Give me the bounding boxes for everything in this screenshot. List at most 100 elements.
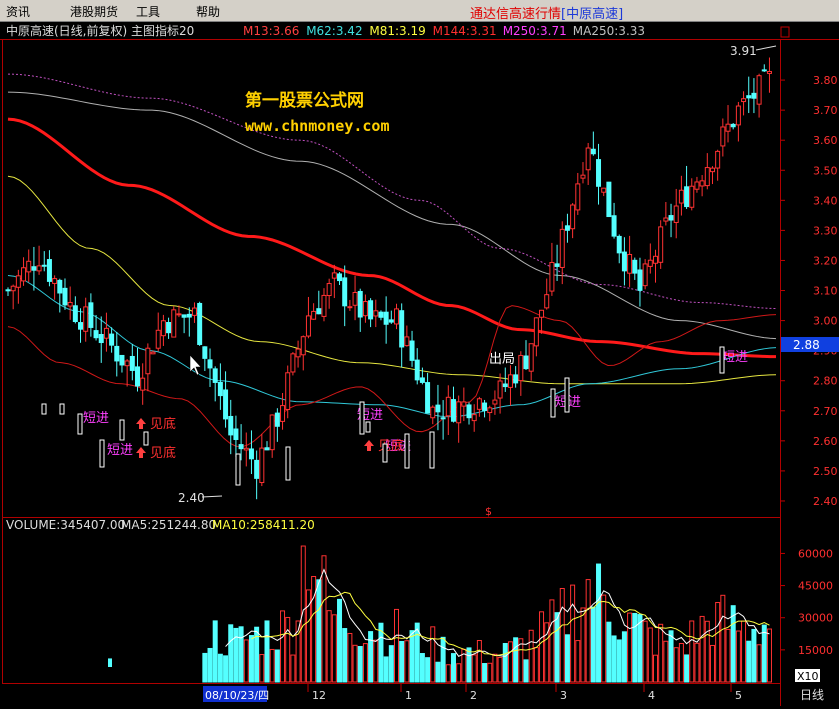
volume-bar <box>549 599 555 683</box>
signal-bar <box>77 413 83 435</box>
candle-body <box>606 181 612 218</box>
volume-bar <box>440 636 446 683</box>
volume-bar <box>668 630 674 683</box>
volume-bar <box>368 631 374 683</box>
candle-body <box>430 406 436 419</box>
candle-body <box>533 317 539 347</box>
candle-body <box>414 359 420 381</box>
volume-bar <box>290 654 296 683</box>
candle-body <box>720 126 726 147</box>
candle-body <box>311 310 317 320</box>
volume-tick-label: 30000 <box>798 612 833 625</box>
volume-bar <box>492 653 498 683</box>
panel-toggle-icon[interactable] <box>780 26 790 38</box>
volume-bar <box>280 610 286 683</box>
candle-body <box>228 415 234 436</box>
candle-body <box>10 285 16 292</box>
volume-unit: X10 <box>797 670 819 683</box>
menu-news[interactable]: 资讯 <box>6 3 30 20</box>
candle-body <box>435 404 441 413</box>
candle-body <box>642 263 648 287</box>
volume-bar <box>316 579 322 683</box>
candle-body <box>632 259 638 274</box>
volume-bar <box>720 594 726 683</box>
candle-body <box>295 348 301 358</box>
candle-body <box>694 181 700 190</box>
volume-bar <box>326 610 332 683</box>
volume-bar <box>533 647 539 683</box>
volume-axis: 60000 45000 30000 15000 <box>781 547 833 657</box>
menu-tools[interactable]: 工具 <box>136 3 160 20</box>
watermark-title: 第一股票公式网 <box>245 90 364 111</box>
volume-bar <box>585 579 591 683</box>
candle-body <box>357 290 363 318</box>
period-label[interactable]: 日线 <box>800 688 824 702</box>
month-label: 12 <box>312 689 326 702</box>
signal-bar <box>564 377 570 413</box>
candle-body <box>166 322 172 334</box>
volume-bar <box>108 658 112 667</box>
signal-bar <box>365 421 371 433</box>
volume-bar <box>590 606 596 683</box>
volume-bar <box>450 653 456 683</box>
volume-bar <box>570 584 576 683</box>
candle-body <box>202 346 208 359</box>
candle-body <box>186 313 192 318</box>
candle-body <box>564 225 570 231</box>
volume-bar <box>678 642 684 683</box>
app-title-text: 通达信高速行情 <box>470 7 562 22</box>
price-tick-label: 2.60 <box>813 435 838 448</box>
candle-body <box>300 336 306 356</box>
candle-body <box>596 159 602 187</box>
volume-bars <box>108 545 772 683</box>
volume-bar <box>285 616 291 683</box>
volume-bar <box>663 640 669 683</box>
volume-bar <box>766 628 772 683</box>
candle-body <box>378 311 384 318</box>
candle-body <box>15 275 21 288</box>
candle-body <box>590 148 596 155</box>
price-tick-label: 3.60 <box>813 134 838 147</box>
candle-body <box>88 302 94 328</box>
candle-body <box>580 174 586 179</box>
month-label: 2 <box>470 689 477 702</box>
candle-body <box>544 294 550 309</box>
volume-bar <box>456 663 462 683</box>
candle-body <box>735 105 741 126</box>
volume-bar <box>507 641 513 683</box>
volume-bar <box>673 647 679 683</box>
candlestick-chart[interactable]: 中原高速(日线,前复权) 主图指标20 M13:3.66 M62:3.42 M81:… <box>0 22 839 706</box>
candle-body <box>658 226 664 263</box>
volume-bar <box>399 640 405 683</box>
low-price-label: 2.40 <box>178 491 205 505</box>
volume-bar <box>709 644 715 683</box>
volume-bar <box>419 653 425 683</box>
chart-area[interactable]: 中原高速(日线,前复权) 主图指标20 M13:3.66 M62:3.42 M81:… <box>0 22 839 706</box>
candle-body <box>559 228 565 268</box>
price-tick-label: 2.80 <box>813 375 838 388</box>
high-price-label: 3.91 <box>730 44 757 58</box>
candle-body <box>41 264 47 267</box>
candle-body <box>140 377 146 391</box>
menu-hk-futures[interactable]: 港股期货 <box>70 3 118 20</box>
volume-bar <box>596 563 602 683</box>
short-in-signal: 短进 <box>107 443 133 458</box>
menu-bar: 资讯 港股期货 工具 帮助 通达信高速行情[中原高速] <box>0 0 839 22</box>
candle-body <box>751 92 757 99</box>
volume-bar <box>217 653 223 683</box>
candle-body <box>337 273 343 282</box>
candle-body <box>233 428 239 440</box>
menu-help[interactable]: 帮助 <box>196 3 220 20</box>
candle-body <box>761 69 767 72</box>
volume-bar <box>274 649 280 683</box>
signal-bar <box>359 401 365 435</box>
candle-body <box>217 381 223 397</box>
volume-bar <box>502 643 508 683</box>
volume-bar <box>575 640 581 683</box>
signal-bar <box>719 346 725 374</box>
volume-bar <box>476 640 482 683</box>
volume-bar <box>487 662 493 683</box>
ma250-line <box>7 91 777 340</box>
volume-bar <box>269 648 275 683</box>
candle-body <box>264 447 270 451</box>
